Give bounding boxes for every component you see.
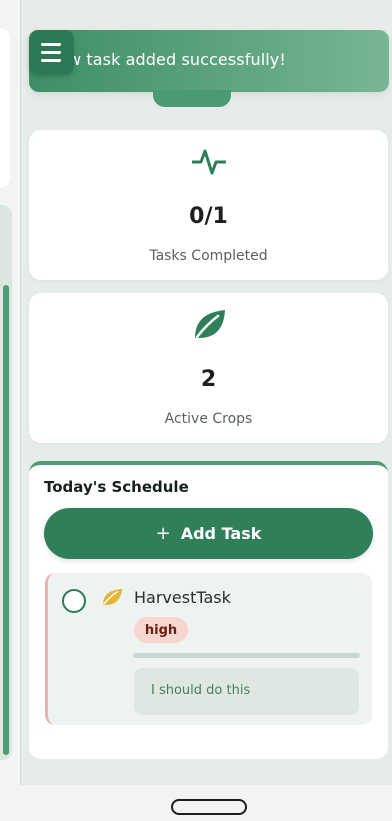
toast-message: w task added successfully!: [68, 50, 286, 69]
leaf-icon: [191, 307, 227, 345]
priority-badge: high: [134, 617, 188, 643]
toast-tab: [153, 90, 231, 107]
task-complete-checkbox[interactable]: [62, 589, 86, 613]
leaf-icon: [101, 587, 123, 611]
stat-label: Active Crops: [164, 411, 253, 427]
stat-card-tasks-completed: 0/1 Tasks Completed: [29, 130, 388, 280]
task-name: HarvestTask: [134, 588, 231, 607]
stat-value: 0/1: [189, 204, 228, 229]
stat-value: 2: [200, 367, 217, 392]
add-task-label: Add Task: [180, 524, 262, 543]
background-accent-bar: [3, 285, 9, 755]
add-task-button[interactable]: + Add Task: [44, 508, 373, 559]
background-card: [0, 28, 10, 188]
activity-pulse-icon: [191, 146, 226, 180]
schedule-title: Today's Schedule: [44, 478, 189, 496]
stat-label: Tasks Completed: [149, 248, 268, 264]
stat-card-active-crops: 2 Active Crops: [29, 293, 388, 443]
plus-icon: +: [155, 523, 171, 544]
menu-button[interactable]: [29, 30, 74, 75]
home-indicator[interactable]: [171, 799, 247, 815]
task-progress-track: [133, 653, 360, 658]
task-note: I should do this: [134, 668, 359, 715]
